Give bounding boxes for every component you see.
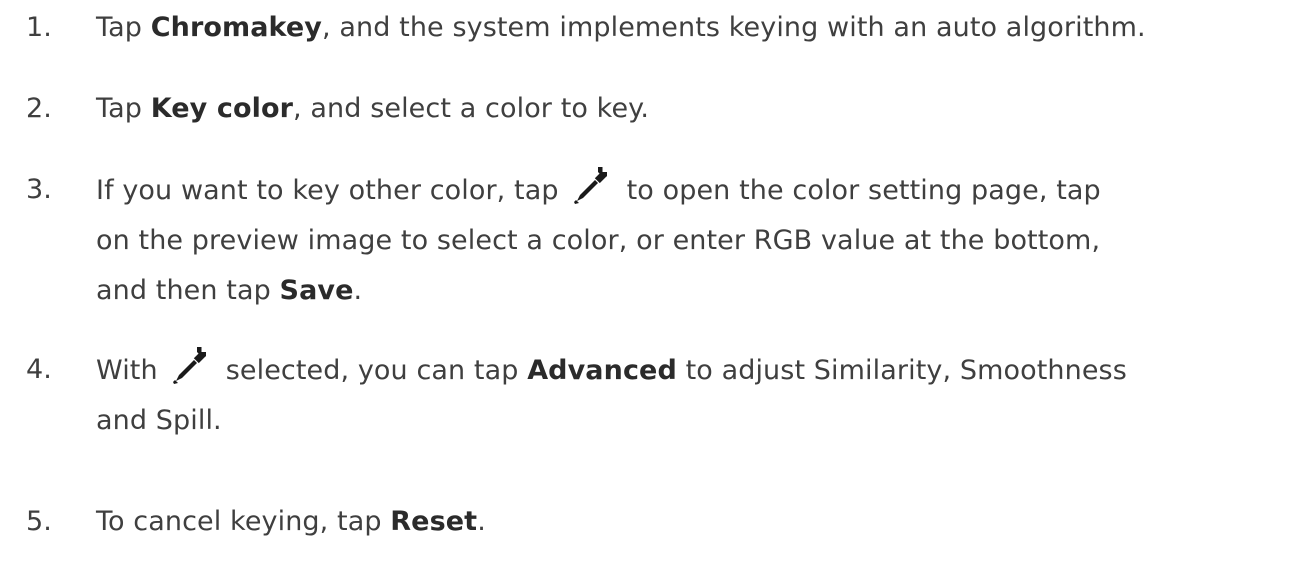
step-bold-term: Advanced [527,355,677,386]
step-bold-term: Save [279,275,354,306]
step-text-before: If you want to key other color, tap [96,175,559,206]
eyedropper-icon [571,165,613,205]
step-bold-term: Reset [390,506,478,537]
step-text-after: . [477,506,486,537]
step-text-before: Tap [96,12,151,43]
step-number: 5. [26,506,52,537]
step-text: Tap Key color, and select a color to key… [96,84,1266,134]
step-number: 1. [26,12,52,43]
step-text-after: , and the system implements keying with … [322,12,1146,43]
step-text-before: and then tap [96,275,280,306]
step-text-after: . [353,275,363,306]
step-text-before: To cancel keying, tap [96,506,391,537]
step-text: With selected, you can tap Advanced to ad… [96,345,1266,446]
step-text-line: on the preview image to select a color, … [96,225,1101,256]
eyedropper-icon [170,345,212,385]
step-text-mid: selected, you can tap [225,355,528,386]
step-number: 2. [26,93,52,124]
step-text: Tap Chromakey, and the system implements… [96,3,1266,53]
step-bold-term: Key color [150,93,294,124]
step-text-after: , and select a color to key. [293,93,650,124]
step-text-after: to open the color setting page, tap [626,175,1101,206]
instruction-document: 1. Tap Chromakey, and the system impleme… [0,0,1294,569]
step-text: If you want to key other color, tap to op… [96,165,1266,316]
step-number: 4. [26,354,52,385]
step-number: 3. [26,174,52,205]
step-text-after: to adjust Similarity, Smoothness [676,355,1127,386]
step-text-before: Tap [96,93,151,124]
step-text: To cancel keying, tap Reset. [96,497,1266,547]
step-bold-term: Chromakey [150,12,323,43]
step-text-line: and Spill. [96,405,222,436]
step-text-before: With [96,355,158,386]
